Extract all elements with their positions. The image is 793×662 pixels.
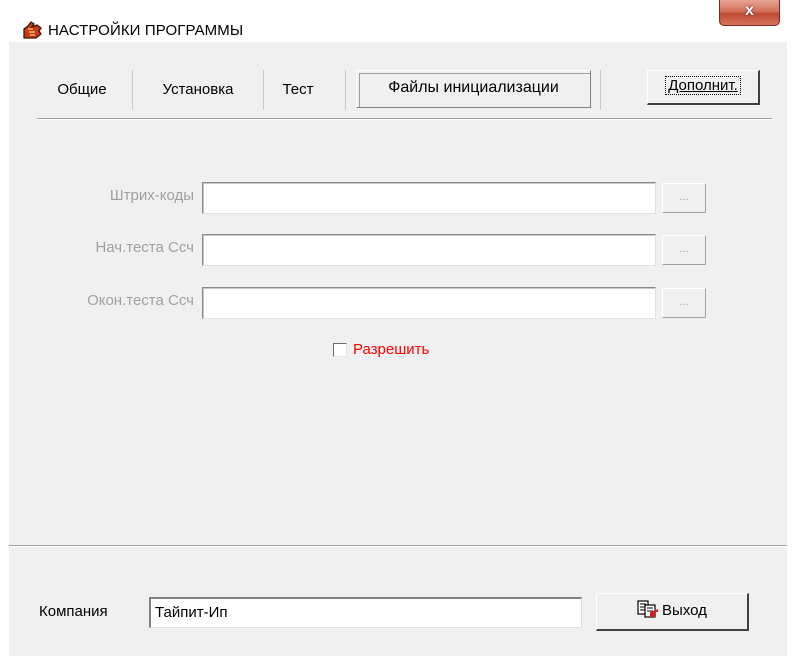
tab-separator (345, 70, 346, 110)
allow-checkbox-label[interactable]: Разрешить (353, 341, 429, 358)
settings-window: НАСТРОЙКИ ПРОГРАММЫ x Общие Установка Те… (0, 0, 793, 662)
ellipsis-icon: ... (679, 243, 689, 255)
tab-separator (263, 70, 264, 110)
title-bar[interactable]: НАСТРОЙКИ ПРОГРАММЫ x (0, 0, 793, 42)
footer-divider (9, 545, 787, 547)
tab-label: Установка (162, 81, 234, 98)
window-frame-left (0, 42, 9, 662)
client-area: Общие Установка Тест Файлы инициализации… (9, 42, 787, 662)
tab-separator (600, 70, 601, 110)
exit-button-label: Выход (662, 602, 707, 619)
tab-install[interactable]: Установка (139, 70, 257, 110)
tab-label: Тест (282, 81, 314, 98)
window-frame-right (787, 0, 793, 662)
close-icon: x (745, 2, 754, 19)
extra-button-label: Дополнит. (665, 76, 741, 95)
barcodes-input[interactable] (202, 182, 656, 214)
window-frame-bottom (0, 656, 793, 662)
company-label: Компания (39, 603, 108, 620)
test-start-browse-button[interactable]: ... (662, 235, 706, 265)
test-end-label: Окон.теста Ссч (87, 292, 194, 309)
company-input[interactable]: Тайпит-Ип (149, 597, 582, 628)
tab-label: Общие (57, 81, 107, 98)
barcodes-label: Штрих-коды (109, 187, 194, 204)
extra-button[interactable]: Дополнит. (647, 70, 760, 105)
window-title: НАСТРОЙКИ ПРОГРАММЫ (48, 22, 244, 39)
tab-init-files[interactable]: Файлы инициализации (356, 70, 591, 108)
tab-label: Файлы инициализации (388, 79, 559, 96)
test-end-browse-button[interactable]: ... (662, 288, 706, 318)
allow-checkbox[interactable] (333, 343, 347, 357)
close-button[interactable]: x (719, 0, 780, 26)
ellipsis-icon: ... (679, 191, 689, 203)
exit-button[interactable]: Выход (596, 593, 749, 631)
tab-separator (132, 70, 133, 110)
exit-doc-icon (637, 600, 659, 618)
barcodes-browse-button[interactable]: ... (662, 183, 706, 213)
test-start-label: Нач.теста Ссч (95, 239, 194, 256)
ellipsis-icon: ... (679, 296, 689, 308)
tab-divider (37, 118, 772, 120)
tab-test[interactable]: Тест (268, 70, 328, 110)
tab-general[interactable]: Общие (39, 70, 125, 110)
test-end-input[interactable] (202, 287, 656, 319)
settings-hand-icon (23, 21, 42, 39)
test-start-input[interactable] (202, 234, 656, 266)
